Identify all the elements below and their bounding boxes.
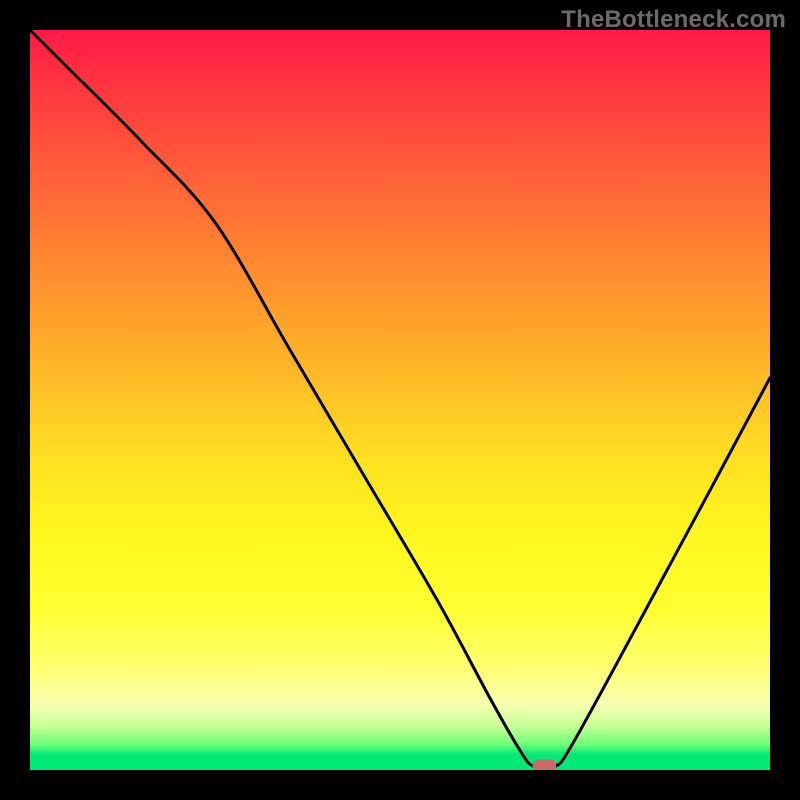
bottleneck-curve [30,30,770,769]
watermark-text: TheBottleneck.com [561,6,786,34]
optimal-marker [532,760,556,770]
chart-frame: TheBottleneck.com [0,0,800,800]
curve-layer [30,30,770,770]
plot-area [30,30,770,770]
